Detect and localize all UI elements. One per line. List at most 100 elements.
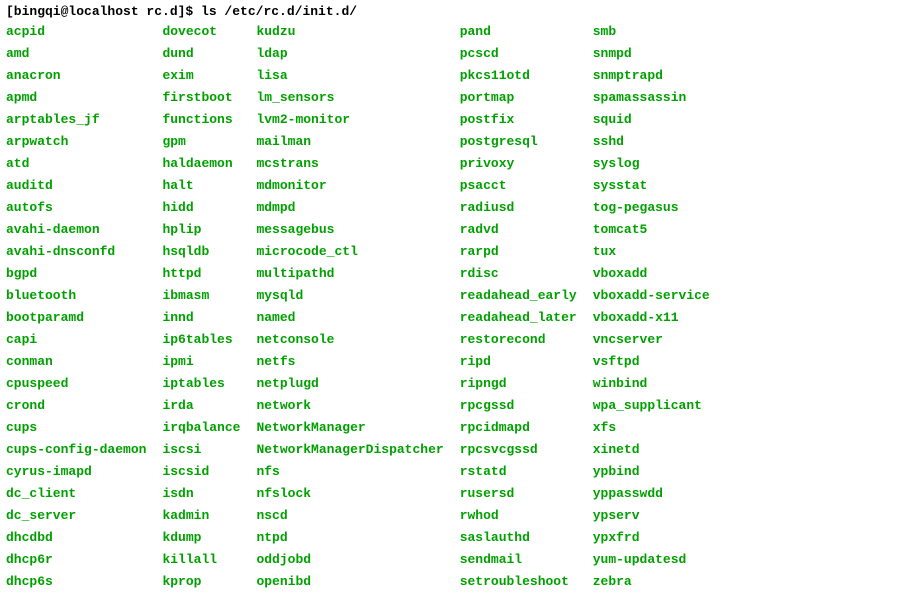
file-entry: irda: [162, 395, 240, 417]
file-entry: crond: [6, 395, 146, 417]
file-entry: ldap: [256, 43, 443, 65]
file-entry: capi: [6, 329, 146, 351]
file-entry: dhcp6s: [6, 571, 146, 593]
file-entry: pcscd: [460, 43, 577, 65]
file-entry: iscsi: [162, 439, 240, 461]
file-entry: vncserver: [593, 329, 710, 351]
file-entry: rpcgssd: [460, 395, 577, 417]
file-entry: multipathd: [256, 263, 443, 285]
file-entry: portmap: [460, 87, 577, 109]
file-entry: mysqld: [256, 285, 443, 307]
file-entry: netplugd: [256, 373, 443, 395]
file-entry: xfs: [593, 417, 710, 439]
file-entry: ipmi: [162, 351, 240, 373]
file-entry: tog-pegasus: [593, 197, 710, 219]
file-entry: ypxfrd: [593, 527, 710, 549]
column-1: acpidamdanacronapmdarptables_jfarpwatcha…: [6, 21, 146, 593]
file-entry: kudzu: [256, 21, 443, 43]
file-entry: saslauthd: [460, 527, 577, 549]
file-entry: ip6tables: [162, 329, 240, 351]
file-entry: pkcs11otd: [460, 65, 577, 87]
file-entry: halt: [162, 175, 240, 197]
column-4: pandpcscdpkcs11otdportmappostfixpostgres…: [460, 21, 577, 593]
file-entry: NetworkManager: [256, 417, 443, 439]
file-entry: spamassassin: [593, 87, 710, 109]
file-entry: nscd: [256, 505, 443, 527]
file-entry: kdump: [162, 527, 240, 549]
file-entry: acpid: [6, 21, 146, 43]
file-entry: setroubleshoot: [460, 571, 577, 593]
file-entry: exim: [162, 65, 240, 87]
file-entry: mdmonitor: [256, 175, 443, 197]
file-entry: yum-updatesd: [593, 549, 710, 571]
file-entry: postfix: [460, 109, 577, 131]
file-entry: vboxadd: [593, 263, 710, 285]
terminal-prompt: [bingqi@localhost rc.d]$ ls /etc/rc.d/in…: [6, 4, 908, 19]
file-entry: autofs: [6, 197, 146, 219]
column-2: dovecotdundeximfirstbootfunctionsgpmhald…: [162, 21, 240, 593]
file-entry: winbind: [593, 373, 710, 395]
file-entry: nfslock: [256, 483, 443, 505]
file-entry: dc_server: [6, 505, 146, 527]
file-entry: cups: [6, 417, 146, 439]
file-entry: rdisc: [460, 263, 577, 285]
file-entry: conman: [6, 351, 146, 373]
file-entry: ripd: [460, 351, 577, 373]
file-entry: yppasswdd: [593, 483, 710, 505]
file-entry: amd: [6, 43, 146, 65]
file-entry: rusersd: [460, 483, 577, 505]
file-entry: radiusd: [460, 197, 577, 219]
file-entry: openibd: [256, 571, 443, 593]
file-entry: mcstrans: [256, 153, 443, 175]
file-entry: nfs: [256, 461, 443, 483]
file-entry: netfs: [256, 351, 443, 373]
file-entry: ypserv: [593, 505, 710, 527]
file-entry: avahi-daemon: [6, 219, 146, 241]
file-entry: rpcsvcgssd: [460, 439, 577, 461]
file-entry: snmpd: [593, 43, 710, 65]
file-entry: cpuspeed: [6, 373, 146, 395]
file-entry: rarpd: [460, 241, 577, 263]
file-entry: rpcidmapd: [460, 417, 577, 439]
file-entry: irqbalance: [162, 417, 240, 439]
file-entry: dund: [162, 43, 240, 65]
file-entry: kadmin: [162, 505, 240, 527]
file-entry: anacron: [6, 65, 146, 87]
file-entry: netconsole: [256, 329, 443, 351]
file-entry: squid: [593, 109, 710, 131]
file-entry: vsftpd: [593, 351, 710, 373]
file-entry: iscsid: [162, 461, 240, 483]
file-entry: zebra: [593, 571, 710, 593]
file-entry: messagebus: [256, 219, 443, 241]
file-entry: lvm2-monitor: [256, 109, 443, 131]
file-entry: cyrus-imapd: [6, 461, 146, 483]
file-entry: ypbind: [593, 461, 710, 483]
file-entry: psacct: [460, 175, 577, 197]
file-entry: hplip: [162, 219, 240, 241]
file-entry: network: [256, 395, 443, 417]
file-entry: xinetd: [593, 439, 710, 461]
file-entry: readahead_early: [460, 285, 577, 307]
file-entry: bgpd: [6, 263, 146, 285]
file-entry: named: [256, 307, 443, 329]
file-entry: oddjobd: [256, 549, 443, 571]
file-entry: mailman: [256, 131, 443, 153]
file-entry: radvd: [460, 219, 577, 241]
file-entry: wpa_supplicant: [593, 395, 710, 417]
file-entry: arpwatch: [6, 131, 146, 153]
file-entry: bootparamd: [6, 307, 146, 329]
file-entry: lm_sensors: [256, 87, 443, 109]
file-entry: pand: [460, 21, 577, 43]
file-entry: apmd: [6, 87, 146, 109]
column-3: kudzuldaplisalm_sensorslvm2-monitormailm…: [256, 21, 443, 593]
file-entry: dc_client: [6, 483, 146, 505]
file-entry: haldaemon: [162, 153, 240, 175]
file-entry: firstboot: [162, 87, 240, 109]
file-entry: dhcdbd: [6, 527, 146, 549]
file-entry: functions: [162, 109, 240, 131]
file-entry: tux: [593, 241, 710, 263]
file-entry: sendmail: [460, 549, 577, 571]
file-entry: cups-config-daemon: [6, 439, 146, 461]
file-entry: sshd: [593, 131, 710, 153]
file-entry: rstatd: [460, 461, 577, 483]
